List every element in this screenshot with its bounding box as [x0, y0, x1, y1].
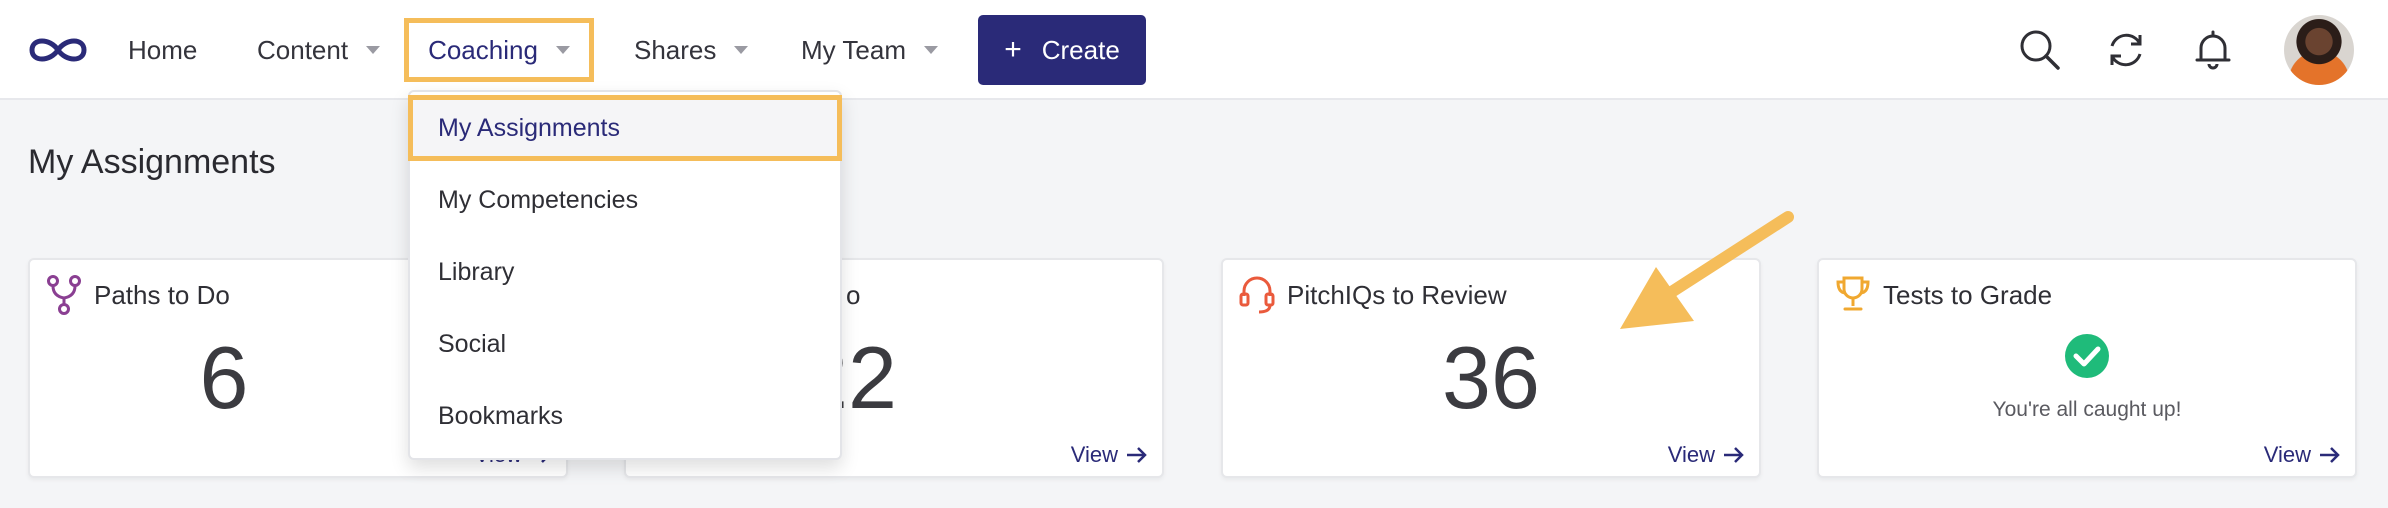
nav-home-label: Home: [128, 34, 198, 65]
create-button-label: Create: [1041, 34, 1120, 65]
view-link[interactable]: View: [2264, 442, 2341, 468]
view-link-label: View: [2263, 442, 2311, 467]
menu-item-label: My Assignments: [438, 113, 621, 142]
infinity-logo-icon[interactable]: [26, 32, 90, 68]
nav-content[interactable]: Content: [257, 18, 381, 82]
coaching-dropdown-menu: My Assignments My Competencies Library S…: [408, 90, 842, 460]
trophy-icon: [1836, 276, 1870, 311]
nav-home[interactable]: Home: [128, 18, 197, 82]
menu-item-my-competencies[interactable]: My Competencies: [410, 166, 840, 234]
plus-icon: +: [1004, 33, 1022, 66]
bell-icon[interactable]: [2189, 26, 2237, 74]
menu-item-label: Library: [438, 257, 515, 286]
nav-content-label: Content: [257, 34, 349, 65]
chevron-down-icon: [366, 46, 381, 54]
arrow-right-icon: [2320, 447, 2340, 463]
chevron-down-icon: [555, 46, 570, 54]
headset-icon: [1239, 276, 1275, 314]
menu-item-label: My Competencies: [438, 185, 639, 214]
view-link[interactable]: View: [1668, 442, 1745, 468]
menu-item-social[interactable]: Social: [410, 310, 840, 378]
card-title: PitchIQs to Review: [1287, 280, 1507, 310]
path-fork-icon: [47, 275, 81, 315]
annotation-arrow-icon: [1620, 211, 1794, 329]
nav-my-team[interactable]: My Team: [801, 18, 938, 82]
menu-item-bookmarks[interactable]: Bookmarks: [410, 382, 840, 450]
chevron-down-icon: [924, 46, 938, 54]
view-link-label: View: [1667, 442, 1715, 467]
view-link-label: View: [1070, 442, 1118, 467]
menu-item-library[interactable]: Library: [410, 238, 840, 306]
view-link[interactable]: View: [1071, 442, 1148, 468]
arrow-right-icon: [1127, 447, 1147, 463]
card-count: 36: [1442, 328, 1540, 427]
nav-coaching[interactable]: Coaching: [404, 18, 594, 82]
card-tests-to-grade: Tests to Grade You're all caught up! Vie…: [1817, 258, 2357, 478]
top-navigation-bar: Home Content Coaching Shares My Team + C…: [0, 0, 2388, 100]
nav-coaching-label: Coaching: [428, 34, 538, 65]
caught-up-text: You're all caught up!: [1992, 398, 2182, 421]
user-avatar[interactable]: [2284, 15, 2354, 85]
chevron-down-icon: [734, 46, 749, 54]
sync-icon[interactable]: [2102, 26, 2150, 74]
card-title: Tests to Grade: [1883, 280, 2053, 310]
card-title: Paths to Do: [94, 280, 230, 310]
nav-shares[interactable]: Shares: [634, 18, 749, 82]
caught-up-status: You're all caught up!: [1819, 333, 2355, 422]
create-button[interactable]: + Create: [978, 15, 1146, 85]
nav-shares-label: Shares: [634, 34, 717, 65]
check-circle-icon: [2065, 334, 2109, 378]
arrow-right-icon: [1724, 447, 1744, 463]
menu-item-label: Social: [438, 329, 507, 358]
menu-item-my-assignments[interactable]: My Assignments: [408, 95, 842, 161]
menu-item-label: Bookmarks: [438, 401, 564, 430]
search-icon[interactable]: [2016, 26, 2064, 74]
card-title: o: [846, 280, 861, 310]
page-title: My Assignments: [28, 143, 276, 181]
nav-my-team-label: My Team: [801, 34, 906, 65]
